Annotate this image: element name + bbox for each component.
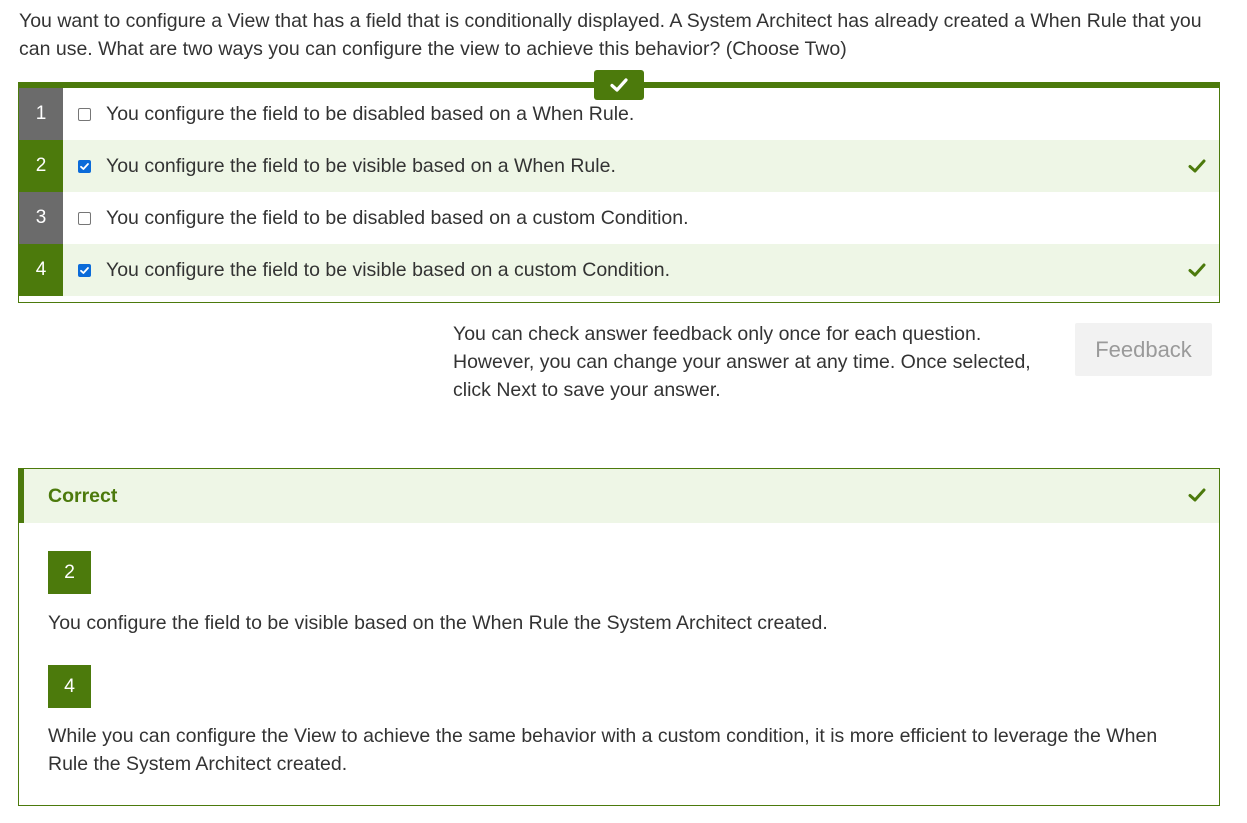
option-row-3[interactable]: 3 You configure the field to be disabled… — [19, 192, 1219, 244]
correct-check-icon — [1188, 159, 1206, 173]
question-text: You want to configure a View that has a … — [19, 10, 1202, 60]
checkbox-check-icon — [80, 266, 89, 274]
option-label: You configure the field to be visible ba… — [106, 258, 671, 281]
option-number: 3 — [19, 192, 63, 244]
option-label: You configure the field to be disabled b… — [106, 102, 635, 125]
correct-check-icon — [1188, 263, 1206, 277]
answer-options: 1 You configure the field to be disabled… — [18, 82, 1220, 303]
explanation-text: You configure the field to be visible ba… — [48, 612, 828, 634]
answer-status-tab — [594, 70, 644, 100]
option-number: 1 — [19, 88, 63, 140]
option-row-4[interactable]: 4 You configure the field to be visible … — [19, 244, 1219, 296]
explanation-text: While you can configure the View to achi… — [48, 725, 1158, 775]
feedback-button[interactable]: Feedback — [1075, 323, 1212, 376]
explanation-number: 2 — [48, 551, 91, 594]
option-checkbox-2[interactable] — [78, 159, 91, 173]
option-row-2[interactable]: 2 You configure the field to be visible … — [19, 140, 1219, 192]
feedback-note: You can check answer feedback only once … — [453, 323, 1031, 401]
option-number: 4 — [19, 244, 63, 296]
checkbox-check-icon — [80, 162, 89, 170]
result-header: Correct — [19, 469, 1219, 523]
option-checkbox-3[interactable] — [78, 211, 91, 225]
result-panel: Correct 2 You configure the field to be … — [18, 468, 1220, 806]
option-checkbox-4[interactable] — [78, 263, 91, 277]
checkmark-icon — [610, 78, 628, 92]
correct-check-icon — [1188, 488, 1206, 502]
result-title: Correct — [48, 484, 118, 507]
explanation-number: 4 — [48, 665, 91, 708]
option-label: You configure the field to be disabled b… — [106, 206, 689, 229]
option-number: 2 — [19, 140, 63, 192]
option-checkbox-1[interactable] — [78, 107, 91, 121]
option-label: You configure the field to be visible ba… — [106, 154, 616, 177]
